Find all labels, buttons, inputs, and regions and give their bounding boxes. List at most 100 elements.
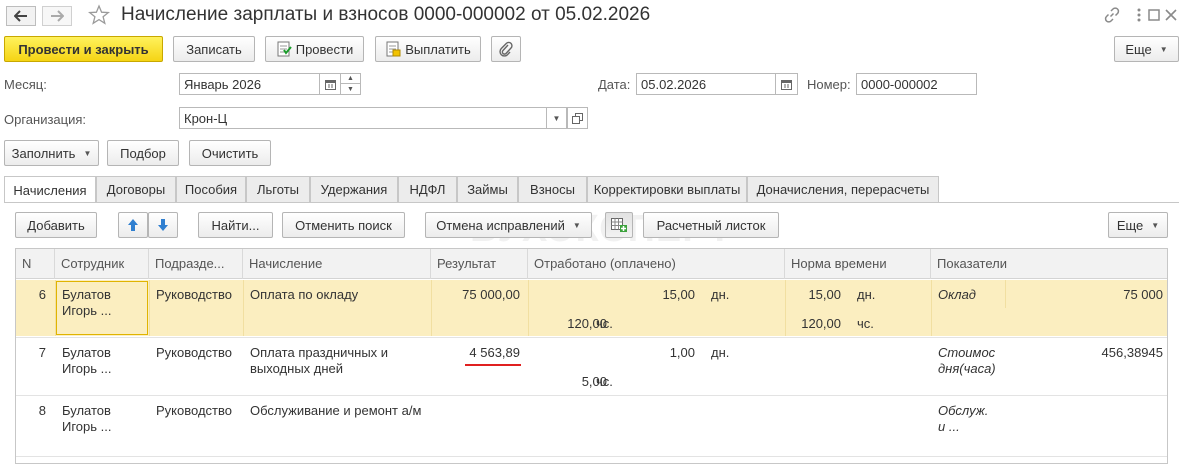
result-value[interactable]: 75 000,00 xyxy=(431,287,520,303)
employee-name-line2[interactable]: Игорь ... xyxy=(62,419,111,435)
cancel-corrections-button[interactable]: Отмена исправлений ▼ xyxy=(425,212,592,238)
column-header-n[interactable]: N xyxy=(16,249,55,279)
worked-hours[interactable]: 120,00 xyxy=(516,316,607,332)
more-label: Еще xyxy=(1125,41,1152,57)
worked-days-unit: дн. xyxy=(711,345,730,360)
column-header-indicators[interactable]: Показатели xyxy=(931,249,1167,279)
number-label: Номер: xyxy=(807,77,851,92)
table-row[interactable]: 8 Булатов Игорь ... Руководство Обслужив… xyxy=(16,396,1167,456)
table-settings-icon xyxy=(611,218,627,232)
tab-contracts[interactable]: Договоры xyxy=(96,176,176,202)
accrual-type-line2[interactable]: выходных дней xyxy=(250,361,343,377)
forward-button[interactable] xyxy=(42,6,72,26)
employee-name[interactable]: Булатов xyxy=(62,403,111,419)
more-button[interactable]: Еще ▼ xyxy=(1114,36,1179,62)
row-number: 8 xyxy=(38,403,46,418)
attach-button[interactable] xyxy=(491,36,521,62)
table-row[interactable]: 6 Булатов Игорь ... Руководство Оплата п… xyxy=(16,280,1167,336)
tab-ndfl[interactable]: НДФЛ xyxy=(398,176,457,202)
employee-name-line2[interactable]: Игорь ... xyxy=(62,303,111,319)
indicator-name[interactable]: Стоимос xyxy=(938,345,995,361)
employee-name[interactable]: Булатов xyxy=(62,345,111,361)
organization-open-button[interactable] xyxy=(567,107,588,129)
month-calendar-button[interactable] xyxy=(320,73,341,95)
chevron-down-icon: ▼ xyxy=(1151,220,1160,230)
tab-deductions[interactable]: Удержания xyxy=(310,176,398,202)
link-icon[interactable] xyxy=(1103,6,1121,24)
move-up-button[interactable] xyxy=(118,212,148,238)
norm-hours[interactable]: 120,00 xyxy=(785,316,841,332)
column-header-department[interactable]: Подразде... xyxy=(149,249,243,279)
organization-dropdown-button[interactable]: ▼ xyxy=(547,107,567,129)
maximize-icon[interactable] xyxy=(1145,6,1163,24)
indicator-name-line2[interactable]: дня(часа) xyxy=(938,361,996,377)
close-icon[interactable] xyxy=(1162,6,1180,24)
tab-accruals[interactable]: Начисления xyxy=(4,176,96,203)
month-field[interactable]: Январь 2026 xyxy=(179,73,320,95)
accruals-table[interactable]: N Сотрудник Подразде... Начисление Резул… xyxy=(15,248,1168,464)
indicator-name[interactable]: Обслуж. xyxy=(938,403,988,419)
pay-button[interactable]: Выплатить xyxy=(375,36,481,62)
cancel-search-button[interactable]: Отменить поиск xyxy=(282,212,405,238)
tab-loans[interactable]: Займы xyxy=(457,176,518,202)
result-value[interactable]: 4 563,89 xyxy=(431,345,520,361)
tab-privileges[interactable]: Льготы xyxy=(246,176,310,202)
grid-more-button[interactable]: Еще ▼ xyxy=(1108,212,1168,238)
organization-label: Организация: xyxy=(4,112,87,127)
indicator-value[interactable]: 75 000 xyxy=(1011,287,1163,303)
chevron-down-icon: ▼ xyxy=(1159,44,1168,54)
worked-days[interactable]: 1,00 xyxy=(596,345,695,361)
month-increment-button[interactable]: ▲ xyxy=(341,73,361,84)
dropdown-icon: ▼ xyxy=(552,113,561,123)
post-label: Провести xyxy=(295,41,354,57)
move-down-button[interactable] xyxy=(148,212,178,238)
employee-name[interactable]: Булатов xyxy=(62,287,111,303)
post-and-close-button[interactable]: Провести и закрыть xyxy=(4,36,163,62)
indicator-name[interactable]: Оклад xyxy=(938,287,976,303)
department[interactable]: Руководство xyxy=(156,287,232,303)
tab-payment-corrections[interactable]: Корректировки выплаты xyxy=(587,176,747,202)
employee-name-line2[interactable]: Игорь ... xyxy=(62,361,111,377)
accrual-type[interactable]: Оплата по окладу xyxy=(250,287,358,303)
tab-benefits[interactable]: Пособия xyxy=(176,176,246,202)
table-row[interactable]: 7 Булатов Игорь ... Руководство Оплата п… xyxy=(16,338,1167,394)
add-row-button[interactable]: Добавить xyxy=(15,212,97,238)
table-settings-button[interactable] xyxy=(605,212,633,238)
chevron-down-icon: ▼ xyxy=(83,148,92,158)
norm-days[interactable]: 15,00 xyxy=(785,287,841,303)
payslip-button[interactable]: Расчетный листок xyxy=(643,212,779,238)
number-field[interactable]: 0000-000002 xyxy=(856,73,977,95)
spin-up-icon: ▲ xyxy=(347,75,354,82)
indicator-name-line2[interactable]: и ... xyxy=(938,419,960,435)
worked-days[interactable]: 15,00 xyxy=(596,287,695,303)
indicator-value[interactable]: 456,38945 xyxy=(1011,345,1163,361)
accrual-type[interactable]: Обслуживание и ремонт а/м xyxy=(250,403,421,419)
post-button[interactable]: Провести xyxy=(265,36,364,62)
department[interactable]: Руководство xyxy=(156,403,232,419)
fill-button[interactable]: Заполнить ▼ xyxy=(4,140,99,166)
pick-button[interactable]: Подбор xyxy=(107,140,179,166)
star-icon[interactable] xyxy=(88,4,110,26)
column-header-norm[interactable]: Норма времени xyxy=(785,249,931,279)
calendar-icon xyxy=(781,79,792,90)
date-calendar-button[interactable] xyxy=(776,73,798,95)
column-header-result[interactable]: Результат xyxy=(431,249,528,279)
worked-hours[interactable]: 5,00 xyxy=(516,374,607,390)
back-button[interactable] xyxy=(6,6,36,26)
department[interactable]: Руководство xyxy=(156,345,232,361)
save-button[interactable]: Записать xyxy=(173,36,255,62)
date-field[interactable]: 05.02.2026 xyxy=(636,73,776,95)
date-label: Дата: xyxy=(598,77,631,92)
clear-button[interactable]: Очистить xyxy=(189,140,271,166)
organization-field[interactable]: Крон-Ц xyxy=(179,107,547,129)
post-and-close-label: Провести и закрыть xyxy=(18,41,149,57)
tab-recalculations[interactable]: Доначисления, перерасчеты xyxy=(747,176,939,202)
month-decrement-button[interactable]: ▼ xyxy=(341,84,361,95)
tab-contributions[interactable]: Взносы xyxy=(518,176,587,202)
paperclip-icon xyxy=(499,41,513,57)
find-button[interactable]: Найти... xyxy=(198,212,273,238)
column-header-worked[interactable]: Отработано (оплачено) xyxy=(528,249,785,279)
column-header-employee[interactable]: Сотрудник xyxy=(55,249,149,279)
column-header-accrual[interactable]: Начисление xyxy=(243,249,431,279)
accrual-type[interactable]: Оплата праздничных и xyxy=(250,345,388,361)
